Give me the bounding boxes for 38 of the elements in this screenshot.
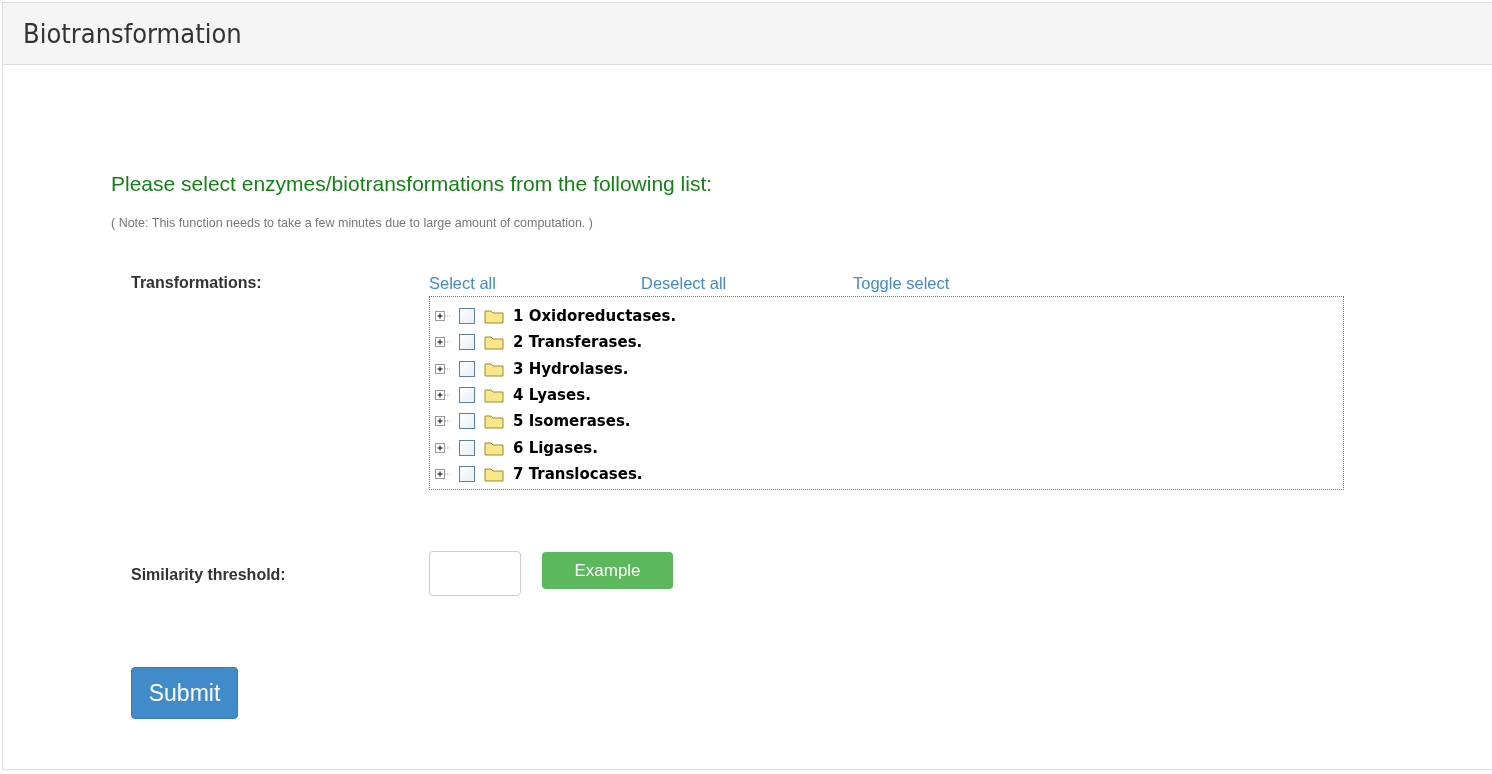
expand-icon[interactable] — [435, 441, 451, 454]
folder-icon — [484, 465, 504, 482]
expand-icon[interactable] — [435, 310, 451, 323]
note-text: ( Note: This function needs to take a few minutes due to large amount of computation. ) — [111, 216, 594, 230]
similarity-label: Similarity threshold: — [131, 566, 286, 583]
tree-item[interactable]: 6 Ligases. — [513, 438, 598, 457]
folder-icon — [484, 334, 504, 351]
checkbox[interactable] — [459, 413, 475, 430]
tree-item[interactable]: 2 Transferases. — [513, 333, 643, 352]
folder-icon — [484, 413, 504, 430]
expand-icon[interactable] — [435, 415, 451, 428]
panel-title: Biotransformation — [23, 18, 242, 49]
threshold-input[interactable] — [429, 551, 521, 596]
tree-item[interactable]: 3 Hydrolases. — [513, 359, 629, 378]
checkbox[interactable] — [459, 439, 475, 456]
expand-icon[interactable] — [435, 336, 451, 349]
checkbox[interactable] — [459, 387, 475, 404]
tree-item[interactable]: 4 Lyases. — [513, 386, 591, 405]
tree-item[interactable]: 1 Oxidoreductases. — [513, 307, 677, 326]
folder-icon — [484, 387, 504, 404]
folder-icon — [484, 308, 504, 325]
expand-icon[interactable] — [435, 362, 451, 375]
folder-icon — [484, 439, 504, 456]
select-link[interactable]: Select all — [429, 274, 641, 296]
transformations-label: Transformations: — [131, 274, 262, 291]
expand-icon[interactable] — [435, 467, 451, 480]
checkbox[interactable] — [459, 308, 475, 325]
checkbox[interactable] — [459, 465, 475, 482]
checkbox[interactable] — [459, 334, 475, 351]
tree-item[interactable]: 5 Isomerases. — [513, 412, 631, 431]
select-link[interactable]: Toggle select — [853, 274, 1065, 296]
submit-button[interactable]: Submit — [131, 667, 238, 719]
form-heading: Please select enzymes/biotransformations from the following list: — [111, 172, 714, 196]
expand-icon[interactable] — [435, 389, 451, 402]
folder-icon — [484, 360, 504, 377]
tree-item[interactable]: 7 Translocases. — [513, 464, 643, 483]
select-link[interactable]: Deselect all — [641, 274, 853, 296]
checkbox[interactable] — [459, 360, 475, 377]
